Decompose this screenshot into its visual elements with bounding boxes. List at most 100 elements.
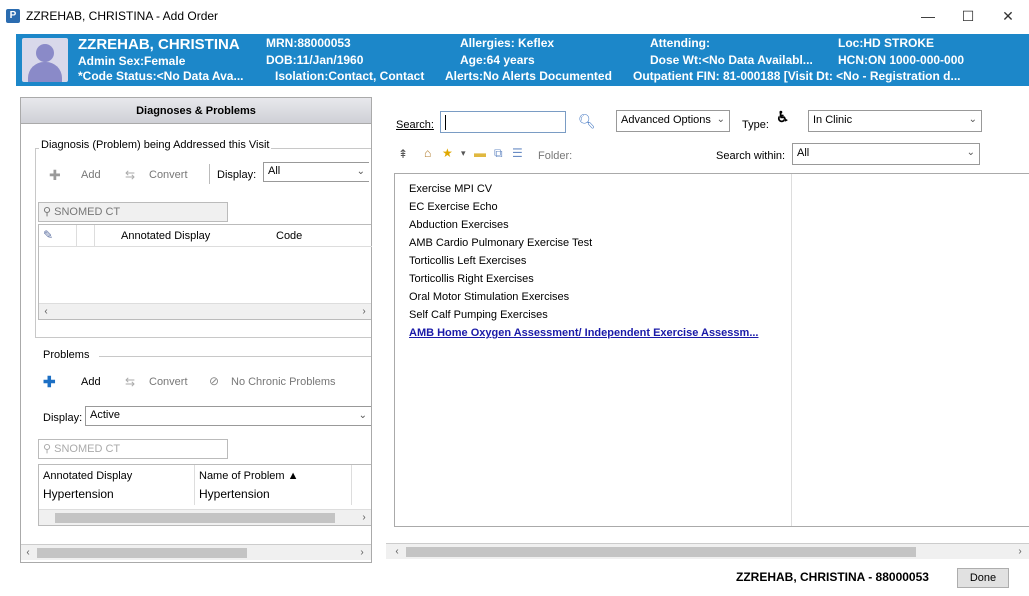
list-item[interactable]: Abduction Exercises [409,219,509,231]
list-item[interactable]: EC Exercise Echo [409,201,498,213]
problems-snomed-filter[interactable]: ⚲ SNOMED CT [38,439,228,459]
diagnosis-group-label: Diagnosis (Problem) being Addressed this… [39,139,272,151]
window-title: ZZREHAB, CHRISTINA - Add Order [26,9,219,23]
scroll-right-icon[interactable]: › [1013,544,1027,560]
outpatient-fin: Outpatient FIN: 81-000188 [Visit Dt: <No… [633,69,961,83]
column-annotated-display[interactable]: Annotated Display [43,470,132,482]
scroll-left-icon[interactable]: ‹ [39,304,53,320]
snomed-filter[interactable]: ⚲ SNOMED CT [38,202,228,222]
problems-display-label: Display: [43,412,83,424]
list-item[interactable]: Torticollis Right Exercises [409,273,534,285]
scroll-left-icon[interactable]: ‹ [390,544,404,560]
scrollbar-thumb[interactable] [37,548,247,558]
convert-icon: ⇆ [125,375,136,389]
scrollbar-thumb[interactable] [55,513,335,523]
done-button[interactable]: Done [957,568,1009,588]
chevron-down-icon: ⌄ [356,166,365,177]
convert-icon: ⇆ [125,168,136,182]
scroll-right-icon[interactable]: › [357,510,371,525]
left-panel-horizontal-scrollbar[interactable]: ‹ › [21,544,371,560]
no-chronic-icon: ⊘ [209,374,220,388]
problems-table: Annotated Display Name of Problem ▲ Hype… [38,464,371,526]
search-within-value: All [797,147,810,159]
list-view-icon[interactable]: ☰ [512,146,523,160]
problem-row-name[interactable]: Hypertension [199,487,270,501]
problems-snomed-label: SNOMED CT [54,443,121,455]
minimize-button[interactable]: — [908,4,948,28]
problems-horizontal-scrollbar[interactable]: › [39,509,371,525]
column-code[interactable]: Code [276,230,302,242]
list-item[interactable]: Oral Motor Stimulation Exercises [409,291,569,303]
advanced-options-value: Advanced Options [621,114,711,126]
display-select[interactable]: All ⌄ [263,162,369,182]
admin-sex: Admin Sex:Female [78,54,186,68]
column-name-of-problem[interactable]: Name of Problem ▲ [199,470,299,482]
list-item[interactable]: Self Calf Pumping Exercises [409,309,548,321]
no-chronic-problems-button[interactable]: No Chronic Problems [231,376,336,388]
diagnosis-horizontal-scrollbar[interactable]: ‹ › [39,303,371,319]
search-icon[interactable]: 🔍︎ [578,114,596,128]
search-icon: ⚲ [43,443,52,455]
code-status: *Code Status:<No Data Ava... [78,69,244,83]
diagnoses-problems-panel: Diagnoses & Problems Diagnosis (Problem)… [20,97,372,563]
search-input[interactable] [440,111,566,133]
diagnosis-table: ✎ Annotated Display Code ‹ › [38,224,372,320]
home-icon[interactable]: ⌂ [424,146,431,160]
problems-display-select[interactable]: Active ⌄ [85,406,371,426]
patient-avatar-icon [22,38,68,82]
problems-group-label: Problems [43,349,90,361]
chevron-down-icon: ⌄ [716,114,725,125]
results-list: Exercise MPI CV EC Exercise Echo Abducti… [394,173,1029,527]
allergies[interactable]: Allergies: Keflex [460,36,554,50]
maximize-button[interactable]: ☐ [948,4,988,28]
problems-display-value: Active [90,409,120,421]
list-item[interactable]: Torticollis Left Exercises [409,255,526,267]
convert-diagnosis-button[interactable]: Convert [149,169,188,181]
search-icon: ⚲ [43,206,52,218]
attending: Attending: [650,36,710,50]
scroll-right-icon[interactable]: › [357,304,371,320]
add-problem-button[interactable]: Add [81,376,101,388]
type-select[interactable]: In Clinic ⌄ [808,110,982,132]
chevron-down-icon: ⌄ [968,114,977,125]
list-item[interactable]: Exercise MPI CV [409,183,492,195]
app-icon: P [6,9,20,23]
isolation: Isolation:Contact, Contact [275,69,425,83]
list-item[interactable]: AMB Cardio Pulmonary Exercise Test [409,237,592,249]
column-annotated-display[interactable]: Annotated Display [121,230,210,242]
add-diagnosis-button[interactable]: Add [81,169,101,181]
close-button[interactable]: ✕ [988,4,1028,28]
folder-up-icon[interactable]: ⇞ [398,147,408,161]
folder-icon[interactable]: ▬ [474,146,486,160]
chevron-down-icon[interactable]: ▾ [461,146,466,160]
list-item-link[interactable]: AMB Home Oxygen Assessment/ Independent … [409,327,758,339]
scrollbar-thumb[interactable] [406,547,916,557]
search-label: Search: [396,119,434,131]
results-horizontal-scrollbar[interactable]: ‹ › [386,543,1029,559]
alerts[interactable]: Alerts:No Alerts Documented [445,69,612,83]
scroll-right-icon[interactable]: › [355,545,369,561]
search-within-select[interactable]: All ⌄ [792,143,980,165]
type-label: Type: [742,119,769,131]
convert-problem-button[interactable]: Convert [149,376,188,388]
favorites-star-icon[interactable]: ★ [442,146,453,160]
patient-name[interactable]: ZZREHAB, CHRISTINA [78,36,240,53]
add-icon: ✚ [49,167,61,183]
edit-note-icon: ✎ [43,228,54,242]
problems-group-divider [99,356,371,357]
panel-header: Diagnoses & Problems [21,98,371,124]
advanced-options-select[interactable]: Advanced Options ⌄ [616,110,730,132]
diagnosis-table-header: ✎ Annotated Display Code [39,225,372,247]
copy-icon[interactable]: ⧉ [494,146,503,160]
results-divider [791,174,792,526]
display-label: Display: [217,169,257,181]
add-icon: ✚ [43,374,56,391]
scroll-left-icon[interactable]: ‹ [21,545,35,561]
mrn: MRN:88000053 [266,36,351,50]
folder-label: Folder: [538,150,573,162]
age: Age:64 years [460,53,535,67]
footer-patient: ZZREHAB, CHRISTINA - 88000053 [736,570,929,584]
search-within-label: Search within: [716,150,786,162]
problem-row-annotated[interactable]: Hypertension [43,487,114,501]
order-search-panel: Search: 🔍︎ Advanced Options ⌄ Type: ♿︎ I… [386,97,1029,563]
